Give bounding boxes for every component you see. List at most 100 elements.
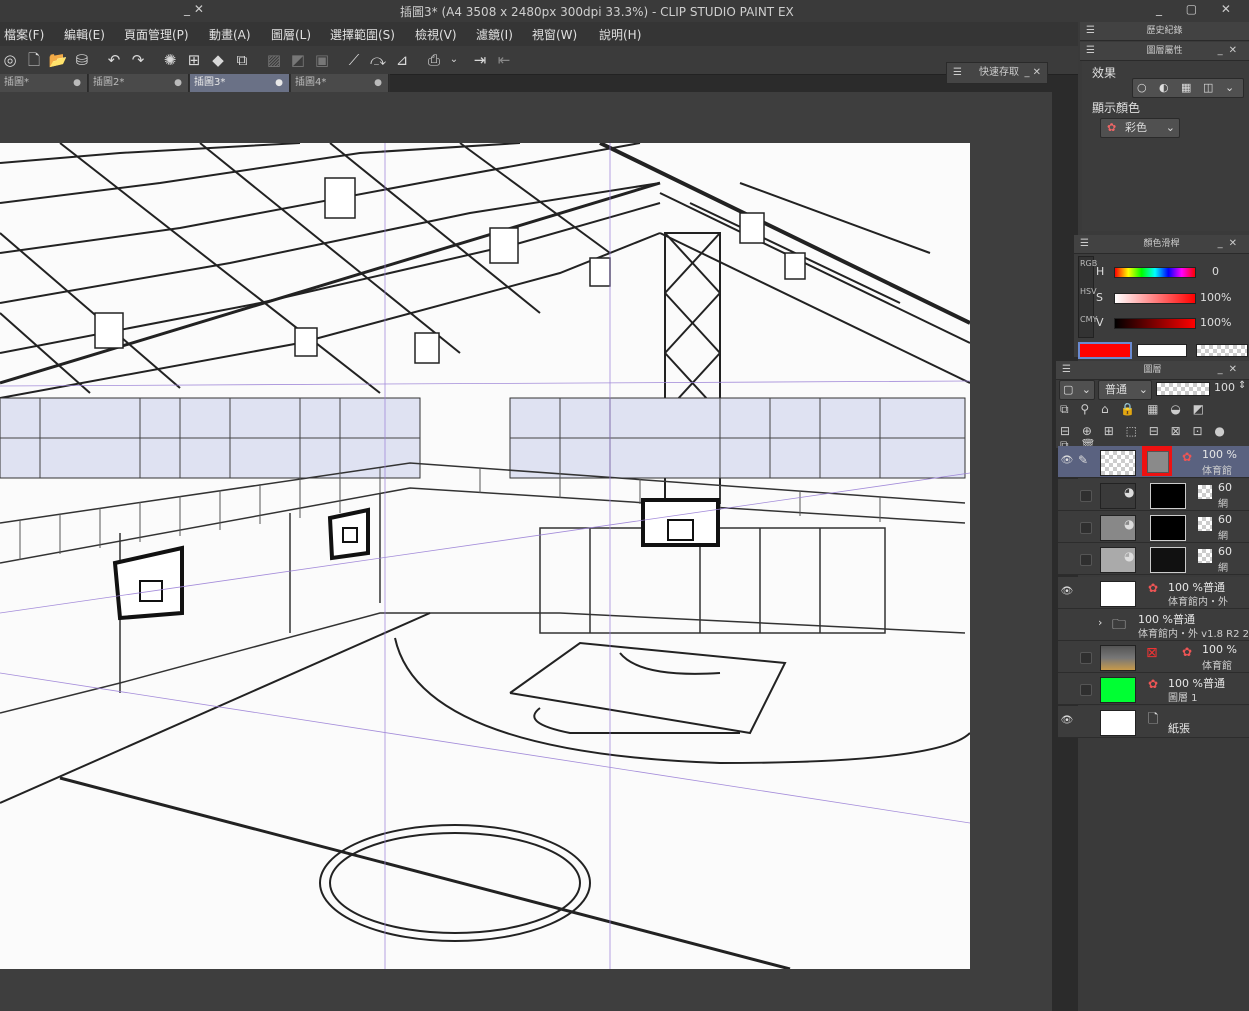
fill-icon[interactable]: ◆	[208, 50, 228, 70]
main-color-swatch[interactable]	[1078, 342, 1132, 359]
save-icon[interactable]: ⛁	[72, 50, 92, 70]
saturation-slider[interactable]	[1114, 293, 1196, 304]
value-value[interactable]: 100%	[1200, 316, 1231, 329]
layer-row[interactable]: ⊠ ✿ 100 % 体育館	[1058, 641, 1249, 673]
quick-access-panel[interactable]: ☰ 快速存取 _ ✕	[946, 62, 1048, 84]
effect-buttons[interactable]: ○ ◐ ▦ ◫ ⌄	[1132, 78, 1244, 98]
layer-action-tools[interactable]: ⊟ ⊕ ⊞ ⬚ ⊟ ⊠ ⊡ ● ⧉ 🗑	[1060, 424, 1246, 452]
panel-controls-icon[interactable]: _✕	[1218, 235, 1243, 253]
opacity-value[interactable]: 100	[1214, 381, 1235, 394]
visibility-toggle[interactable]	[1080, 684, 1092, 696]
layer-row[interactable]: 👁 ✎ ✿ 100 % 体育館	[1058, 446, 1249, 478]
menu-view[interactable]: 檢視(V)	[415, 26, 457, 43]
panel-menu-icon[interactable]: ☰	[1062, 361, 1071, 379]
minimize-left-icon[interactable]: _ ✕	[184, 2, 204, 16]
eye-icon[interactable]: 👁	[1060, 715, 1074, 727]
deselect-icon[interactable]: ▨	[264, 50, 284, 70]
transform-icon[interactable]: ⧉	[232, 50, 252, 70]
highlighted-mask-icon[interactable]	[1142, 446, 1172, 476]
layer-row[interactable]: 👁 ✿ 100 %普通 体育館内・外	[1058, 577, 1249, 609]
opacity-slider[interactable]	[1156, 382, 1210, 396]
tone-effect-icon[interactable]: ▦	[1181, 79, 1191, 97]
menu-page[interactable]: 頁面管理(P)	[124, 26, 189, 43]
tab-illustration-4[interactable]: 插圖4* ●	[291, 74, 389, 92]
opacity-stepper-icon[interactable]: ⇕	[1238, 380, 1246, 391]
tab-rgb[interactable]: RGB	[1080, 259, 1097, 268]
tab-close-icon[interactable]: ●	[73, 74, 81, 92]
tab-illustration-1[interactable]: 插圖* ●	[0, 74, 88, 92]
panel-menu-icon[interactable]: ☰	[1086, 22, 1095, 40]
menu-help[interactable]: 說明(H)	[599, 26, 641, 43]
clear-icon[interactable]: ⊞	[184, 50, 204, 70]
layer-lock-tools[interactable]: ⧉ ⚲ ⌂ 🔒 ▦ ◒ ◩	[1060, 402, 1246, 420]
crop-icon[interactable]: ▣	[312, 50, 332, 70]
window-controls[interactable]: _ ▢ ✕	[1156, 2, 1241, 16]
menu-selection[interactable]: 選擇範圍(S)	[330, 26, 395, 43]
panel-menu-icon[interactable]: ☰	[1080, 235, 1089, 253]
chevron-right-icon[interactable]: ›	[1098, 616, 1102, 629]
layer-row[interactable]: ◕ 60 網	[1058, 511, 1249, 543]
invert-selection-icon[interactable]: ◩	[288, 50, 308, 70]
blend-mode-dropdown[interactable]: 普通 ⌄	[1098, 380, 1152, 400]
new-file-icon[interactable]: 🗋	[24, 50, 44, 70]
menu-layer[interactable]: 圖層(L)	[271, 26, 311, 43]
watercolor-effect-icon[interactable]: ◐	[1159, 79, 1169, 97]
value-slider[interactable]	[1114, 318, 1196, 329]
visibility-toggle[interactable]	[1080, 490, 1092, 502]
menu-window[interactable]: 視窗(W)	[532, 26, 577, 43]
eye-icon[interactable]: 👁	[1060, 455, 1074, 467]
eye-icon[interactable]: 👁	[1060, 586, 1074, 598]
layer-color-effect-icon[interactable]: ◫	[1203, 79, 1213, 97]
tab-illustration-3[interactable]: 插圖3* ●	[190, 74, 290, 92]
tab-illustration-2[interactable]: 插圖2* ●	[89, 74, 189, 92]
loading-icon[interactable]: ✺	[160, 50, 180, 70]
snap-special-ruler-icon[interactable]: ⤼	[368, 50, 388, 70]
saturation-value[interactable]: 100%	[1200, 291, 1231, 304]
history-panel-header[interactable]: ☰ 歷史紀錄	[1080, 22, 1249, 41]
visibility-toggle[interactable]	[1080, 522, 1092, 534]
transparent-color-swatch[interactable]	[1196, 344, 1248, 357]
chevron-down-icon[interactable]: ⌄	[444, 50, 464, 70]
tab-close-icon[interactable]: ●	[374, 74, 382, 92]
undo-icon[interactable]: ↶	[104, 50, 124, 70]
chevron-down-icon[interactable]: ⌄	[1166, 119, 1175, 137]
tab-cmy[interactable]: CMY	[1080, 315, 1097, 324]
layer-row[interactable]: ◕ 60 網	[1058, 479, 1249, 511]
menu-edit[interactable]: 編輯(E)	[64, 26, 105, 43]
menu-filter[interactable]: 濾鏡(I)	[476, 26, 513, 43]
sub-color-swatch[interactable]	[1137, 344, 1187, 357]
layer-row[interactable]: ◕ 60 網	[1058, 543, 1249, 575]
pen-icon[interactable]: ✎	[1078, 453, 1088, 467]
layer-folder-row[interactable]: › 🗀 100 %普通 体育館内・外 v1.8 R2 2	[1058, 609, 1249, 641]
panel-menu-icon[interactable]: ☰	[1086, 42, 1095, 60]
visibility-toggle[interactable]	[1080, 554, 1092, 566]
app-icon[interactable]: ◎	[0, 50, 20, 70]
tab-hsv[interactable]: HSV	[1080, 287, 1097, 296]
snap-ruler-icon[interactable]: ⟋	[344, 50, 364, 70]
canvas-document[interactable]	[0, 143, 970, 969]
color-slider-header[interactable]: ☰ 顏色滑桿 _✕	[1074, 235, 1249, 254]
export-icon[interactable]: ⇥	[470, 50, 490, 70]
menu-animation[interactable]: 動畫(A)	[209, 26, 251, 43]
chevron-down-icon[interactable]: ⌄	[1225, 79, 1234, 97]
layer-property-header[interactable]: ☰ 圖層屬性 _✕	[1080, 42, 1249, 61]
panel-controls-icon[interactable]: _✕	[1218, 361, 1243, 379]
tab-close-icon[interactable]: ●	[275, 74, 283, 92]
layer-filter-dropdown[interactable]: ▢ ⌄	[1059, 380, 1095, 400]
panel-controls-icon[interactable]: _✕	[1218, 42, 1243, 60]
layer-row-paper[interactable]: 👁 🗋 紙張	[1058, 706, 1249, 738]
snap-grid-icon[interactable]: ⊿	[392, 50, 412, 70]
print-icon[interactable]: ⎙	[424, 50, 444, 70]
panel-menu-icon[interactable]: ☰	[953, 63, 962, 83]
open-file-icon[interactable]: 📂	[48, 50, 68, 70]
display-color-dropdown[interactable]: ✿ 彩色 ⌄	[1100, 118, 1180, 138]
border-effect-icon[interactable]: ○	[1137, 79, 1147, 97]
share-icon[interactable]: ⇤	[494, 50, 514, 70]
close-icon[interactable]: _ ✕	[1024, 63, 1041, 83]
visibility-toggle[interactable]	[1080, 652, 1092, 664]
menu-file[interactable]: 檔案(F)	[4, 26, 44, 43]
layer-row[interactable]: ✿ 100 %普通 圖層 1	[1058, 673, 1249, 705]
tab-close-icon[interactable]: ●	[174, 74, 182, 92]
redo-icon[interactable]: ↷	[128, 50, 148, 70]
hue-value[interactable]: 0	[1212, 265, 1219, 278]
